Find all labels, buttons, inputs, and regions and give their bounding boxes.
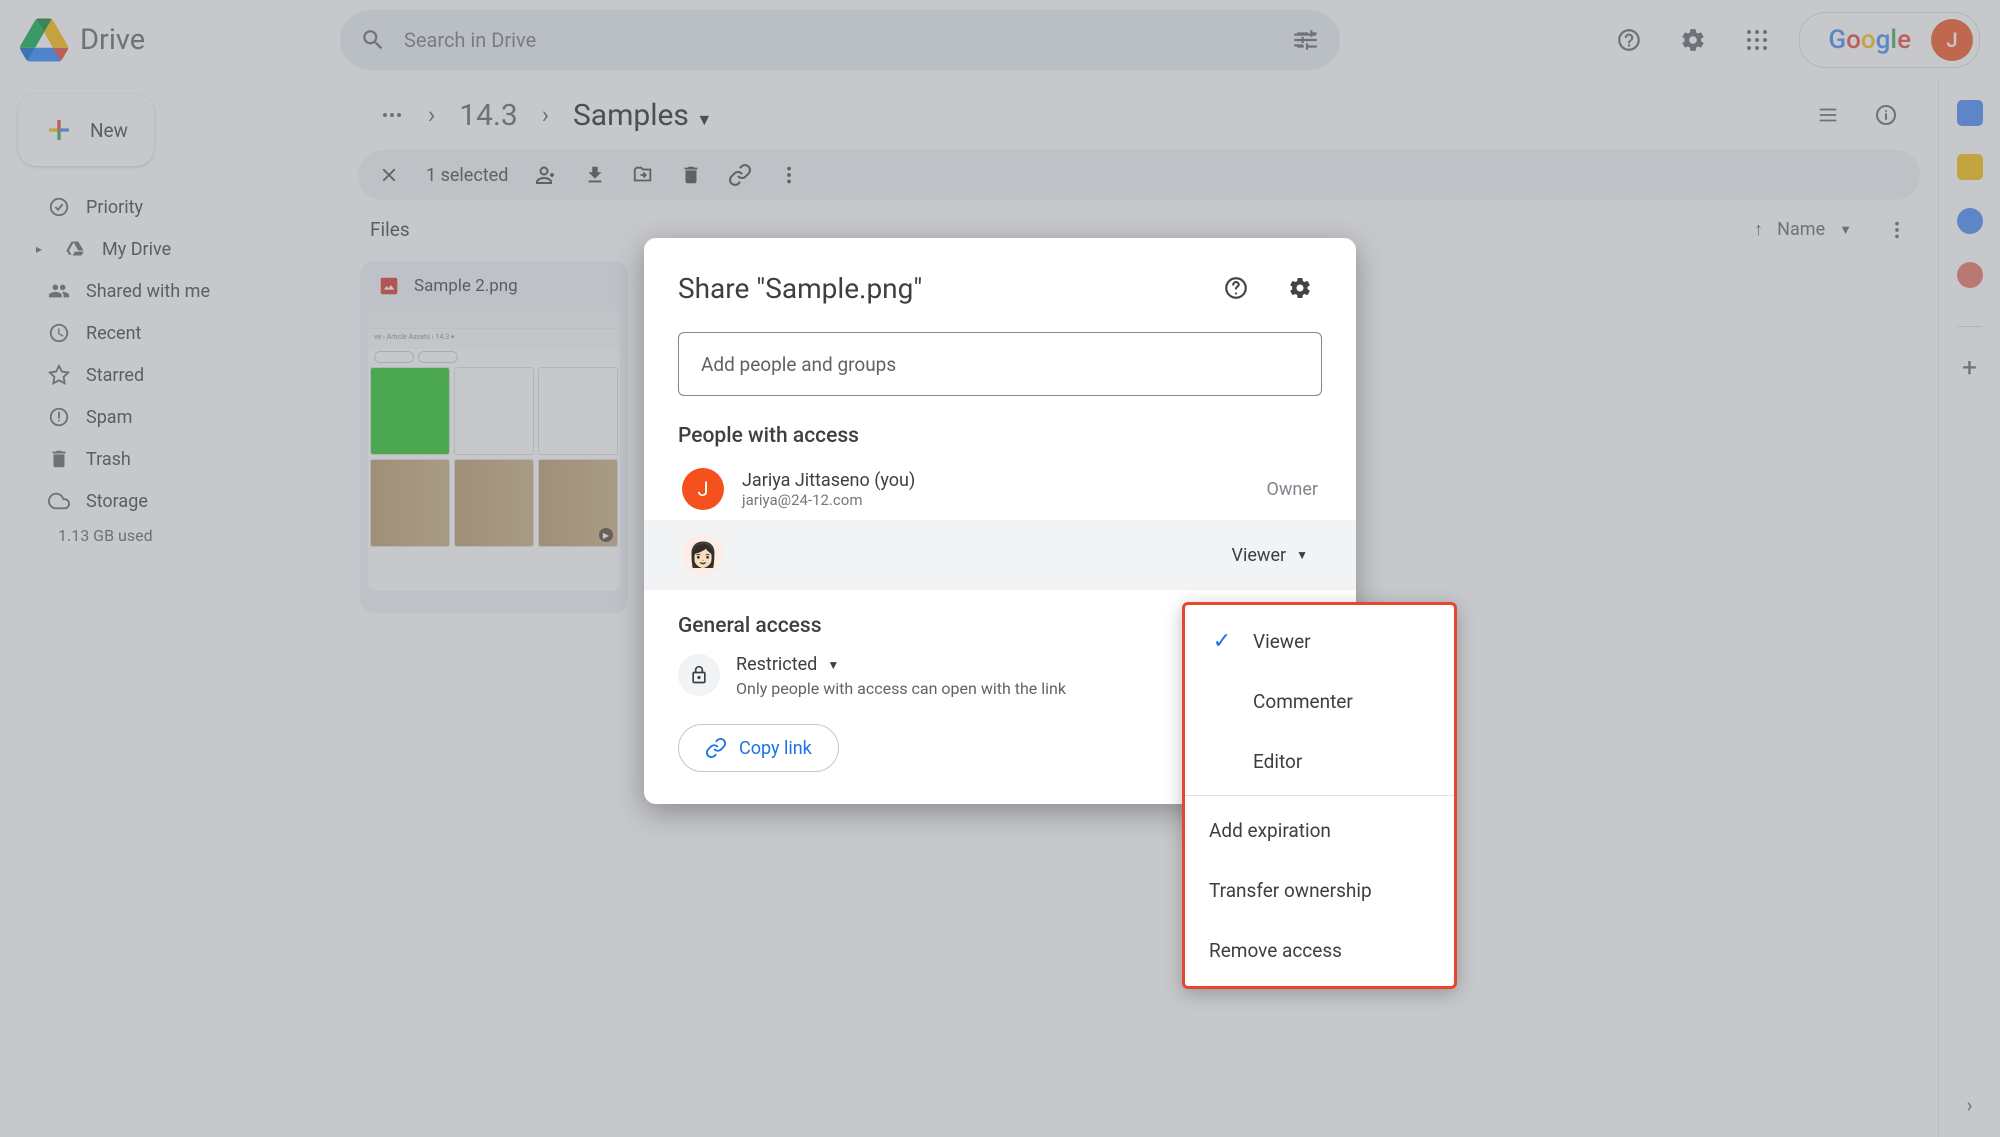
owner-role: Owner xyxy=(1267,479,1319,500)
people-heading: People with access xyxy=(678,424,1322,448)
restricted-subtext: Only people with access can open with th… xyxy=(736,679,1066,698)
check-icon: ✓ xyxy=(1209,629,1235,654)
dialog-settings-icon[interactable] xyxy=(1278,266,1322,310)
dialog-title-row: Share "Sample.png" xyxy=(678,266,1322,310)
dialog-title: Share "Sample.png" xyxy=(678,272,922,305)
owner-row: J Jariya Jittaseno (you) jariya@24-12.co… xyxy=(678,458,1322,520)
role-viewer[interactable]: ✓ Viewer xyxy=(1185,611,1454,671)
link-icon xyxy=(705,737,727,759)
dialog-help-icon[interactable] xyxy=(1214,266,1258,310)
restricted-dropdown[interactable]: Restricted ▼ xyxy=(736,654,1066,675)
lock-icon xyxy=(678,654,720,696)
copy-link-button[interactable]: Copy link xyxy=(678,724,839,772)
user2-row: 👩🏻 Viewer ▼ xyxy=(644,520,1356,590)
user2-avatar: 👩🏻 xyxy=(682,534,724,576)
role-dropdown[interactable]: Viewer ▼ xyxy=(1222,539,1318,572)
role-menu: ✓ Viewer Commenter Editor Add expiration… xyxy=(1182,602,1457,989)
divider xyxy=(1185,795,1454,796)
chevron-down-icon: ▼ xyxy=(827,658,839,672)
role-transfer-ownership[interactable]: Transfer ownership xyxy=(1185,860,1454,920)
owner-name: Jariya Jittaseno (you) xyxy=(742,470,915,491)
role-commenter[interactable]: Commenter xyxy=(1185,671,1454,731)
role-editor[interactable]: Editor xyxy=(1185,731,1454,791)
chevron-down-icon: ▼ xyxy=(1296,548,1308,562)
owner-email: jariya@24-12.com xyxy=(742,491,915,509)
role-remove-access[interactable]: Remove access xyxy=(1185,920,1454,980)
add-people-input[interactable]: Add people and groups xyxy=(678,332,1322,396)
role-add-expiration[interactable]: Add expiration xyxy=(1185,800,1454,860)
owner-avatar: J xyxy=(682,468,724,510)
